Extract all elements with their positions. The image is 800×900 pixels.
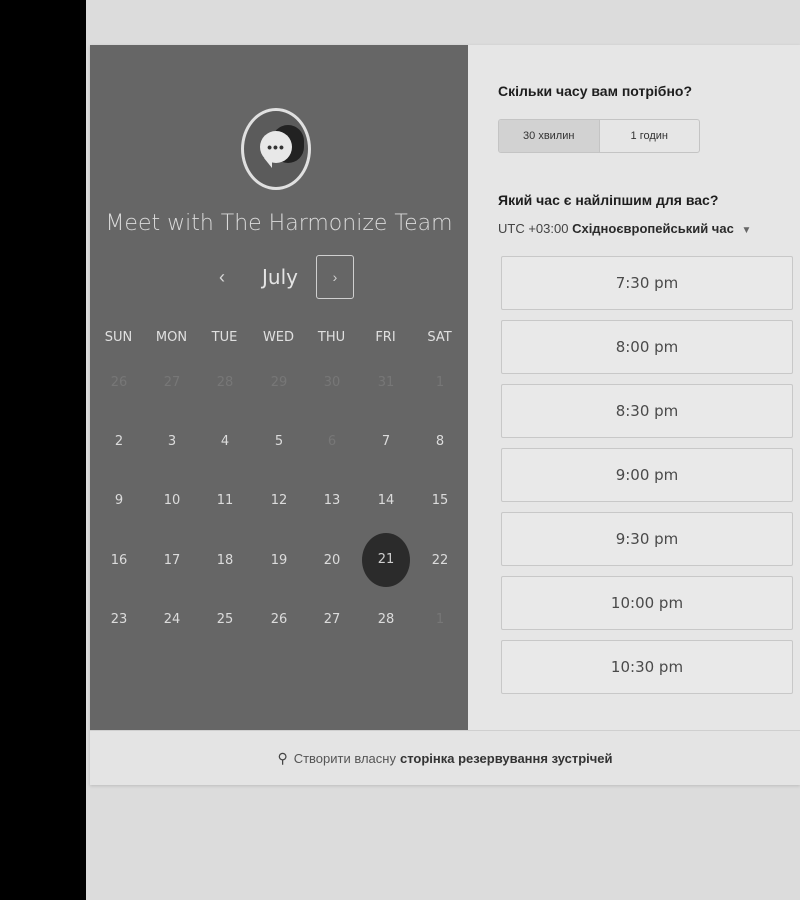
calendar-day: 1 bbox=[435, 612, 445, 627]
calendar-day[interactable]: 22 bbox=[416, 537, 464, 585]
weekday-thu: THU bbox=[317, 330, 346, 345]
meeting-title: Meet with The Harmonize Team bbox=[105, 211, 453, 236]
calendar-day[interactable]: 8 bbox=[416, 418, 464, 466]
duration-option-1hour[interactable]: 1 годин bbox=[600, 120, 700, 152]
calendar-day: 31 bbox=[377, 375, 395, 390]
calendar-day[interactable]: 17 bbox=[148, 537, 196, 585]
calendar-day[interactable]: 13 bbox=[308, 477, 356, 525]
caret-down-icon: ▼ bbox=[741, 225, 752, 236]
calendar-day: 1 bbox=[435, 375, 445, 390]
time-slot-button[interactable]: 10:30 pm bbox=[501, 640, 793, 694]
time-slot-button[interactable]: 7:30 pm bbox=[501, 256, 793, 310]
next-month-button[interactable]: › bbox=[316, 255, 354, 299]
calendar-day-selected[interactable]: 21 bbox=[362, 533, 410, 587]
chevron-right-icon: › bbox=[332, 269, 338, 285]
calendar-day[interactable]: 11 bbox=[201, 477, 249, 525]
calendar-day[interactable]: 28 bbox=[362, 596, 410, 644]
footer-prefix: Створити власну bbox=[293, 750, 396, 766]
calendar-day[interactable]: 25 bbox=[201, 596, 249, 644]
calendar-day[interactable]: 16 bbox=[95, 537, 143, 585]
calendar-day[interactable]: 2 bbox=[95, 418, 143, 466]
bubble-tail bbox=[264, 158, 272, 168]
weekday-fri: FRI bbox=[375, 330, 396, 345]
calendar-day[interactable]: 24 bbox=[148, 596, 196, 644]
hubspot-sprocket-icon: ⚲ bbox=[277, 749, 288, 766]
weekday-tue: TUE bbox=[211, 330, 238, 345]
calendar-day[interactable]: 3 bbox=[148, 418, 196, 466]
calendar-day[interactable]: 5 bbox=[255, 418, 303, 466]
calendar-day[interactable]: 10 bbox=[148, 477, 196, 525]
calendar-day: 6 bbox=[327, 434, 337, 449]
duration-selector: 30 хвилин 1 годин bbox=[498, 119, 700, 153]
weekday-sun: SUN bbox=[104, 330, 133, 345]
calendar-day[interactable]: 23 bbox=[95, 596, 143, 644]
calendar-day: 28 bbox=[216, 375, 234, 390]
time-slot-button[interactable]: 8:00 pm bbox=[501, 320, 793, 374]
calendar-day[interactable]: 7 bbox=[362, 418, 410, 466]
calendar-day[interactable]: 27 bbox=[308, 596, 356, 644]
timezone-dropdown[interactable]: UTC +03:00 Східноєвропейський час ▼ bbox=[498, 221, 751, 236]
calendar-day[interactable]: 12 bbox=[255, 477, 303, 525]
organizer-avatar: ••• bbox=[241, 108, 311, 190]
calendar-day[interactable]: 26 bbox=[255, 596, 303, 644]
weekday-mon: MON bbox=[155, 330, 188, 345]
calendar-day: 26 bbox=[110, 375, 128, 390]
time-question: Який час є найліпшим для вас? bbox=[498, 192, 719, 208]
weekday-sat: SAT bbox=[427, 330, 452, 345]
calendar-day[interactable]: 20 bbox=[308, 537, 356, 585]
time-slot-button[interactable]: 9:30 pm bbox=[501, 512, 793, 566]
time-slot-button[interactable]: 10:00 pm bbox=[501, 576, 793, 630]
weekday-wed: WED bbox=[262, 330, 295, 345]
timezone-name: Східноєвропейський час bbox=[572, 221, 734, 236]
calendar-day: 30 bbox=[323, 375, 341, 390]
month-navigation: ‹ July › bbox=[90, 255, 468, 301]
booking-panel: Скільки часу вам потрібно? 30 хвилин 1 г… bbox=[468, 45, 800, 730]
timezone-offset: UTC +03:00 bbox=[498, 221, 569, 236]
calendar-day[interactable]: 9 bbox=[95, 477, 143, 525]
meetings-widget: ••• Meet with The Harmonize Team ‹ July … bbox=[90, 45, 800, 785]
prev-month-button[interactable]: ‹ bbox=[214, 267, 230, 288]
month-label: July bbox=[262, 265, 298, 289]
calendar-panel: ••• Meet with The Harmonize Team ‹ July … bbox=[90, 45, 468, 730]
calendar-day: 27 bbox=[163, 375, 181, 390]
calendar-day[interactable]: 19 bbox=[255, 537, 303, 585]
footer-bar: ⚲ Створити власну сторінка резервування … bbox=[90, 730, 800, 785]
calendar-day[interactable]: 15 bbox=[416, 477, 464, 525]
calendar-day: 29 bbox=[270, 375, 288, 390]
footer-link[interactable]: сторінка резервування зустрічей bbox=[400, 751, 613, 766]
time-slot-button[interactable]: 8:30 pm bbox=[501, 384, 793, 438]
calendar-day[interactable]: 14 bbox=[362, 477, 410, 525]
duration-option-30min[interactable]: 30 хвилин bbox=[499, 120, 600, 152]
calendar-day[interactable]: 4 bbox=[201, 418, 249, 466]
calendar-day[interactable]: 18 bbox=[201, 537, 249, 585]
duration-question: Скільки часу вам потрібно? bbox=[498, 83, 693, 99]
time-slot-button[interactable]: 9:00 pm bbox=[501, 448, 793, 502]
